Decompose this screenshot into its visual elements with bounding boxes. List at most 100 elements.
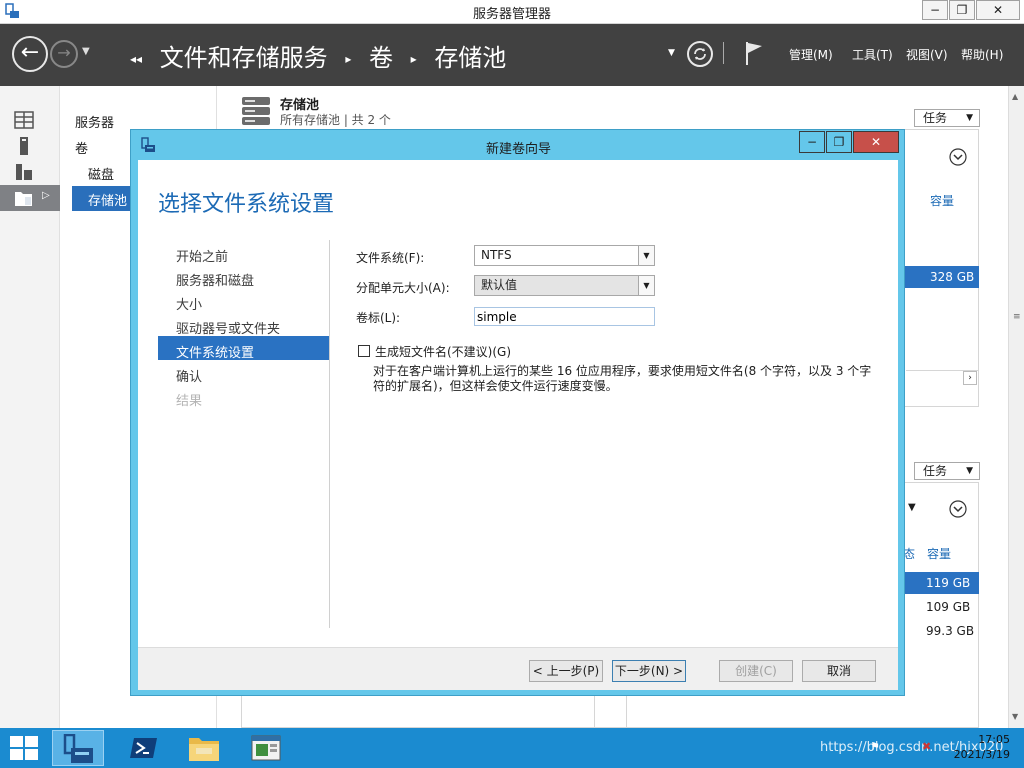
nav-item-servers[interactable]: 服务器 <box>75 112 114 131</box>
history-dropdown-icon[interactable]: ▼ <box>82 46 90 57</box>
window-titlebar: 服务器管理器 − ❐ ✕ <box>0 0 1024 24</box>
short-filenames-checkbox[interactable] <box>358 345 370 357</box>
local-server-icon[interactable] <box>14 136 34 156</box>
taskbar-file-explorer[interactable] <box>178 730 230 766</box>
panel-divider <box>594 696 595 728</box>
all-servers-icon[interactable] <box>14 162 34 182</box>
breadcrumb: ◂◂ 文件和存储服务 ▸ 卷 ▸ 存储池 <box>130 38 506 73</box>
disk-capacity-value: 119 GB <box>926 576 971 590</box>
server-manager-icon <box>63 734 93 763</box>
restore-button[interactable]: ❐ <box>949 0 975 20</box>
steps-divider <box>329 240 330 628</box>
forward-arrow-icon[interactable]: → <box>50 40 78 68</box>
dialog-body: 选择文件系统设置 开始之前 服务器和磁盘 大小 驱动器号或文件夹 文件系统设置 … <box>138 160 898 690</box>
header-divider <box>723 42 724 64</box>
breadcrumb-item-storage-pools[interactable]: 存储池 <box>434 44 506 72</box>
dialog-maximize-button[interactable]: ❐ <box>826 131 852 153</box>
dialog-close-button[interactable]: ✕ <box>853 131 899 153</box>
refresh-dropdown-icon[interactable]: ▼ <box>668 48 675 58</box>
storage-pool-icon <box>242 97 270 125</box>
icon-rail: ▷ <box>0 86 60 728</box>
taskbar-clock[interactable]: 17:05 2021/3/19 <box>954 732 1010 762</box>
breadcrumb-item-file-storage[interactable]: 文件和存储服务 <box>160 44 328 72</box>
chevron-down-icon: ▼ <box>966 113 973 123</box>
notifications-flag-icon[interactable] <box>744 40 766 66</box>
clock-time: 17:05 <box>978 733 1010 746</box>
windows-start-icon[interactable] <box>10 736 38 760</box>
allocation-unit-select[interactable]: 默认值 ▼ <box>474 275 655 296</box>
wizard-page-heading: 选择文件系统设置 <box>158 192 335 217</box>
back-arrow-icon[interactable]: ← <box>12 36 48 72</box>
powershell-icon <box>130 738 157 758</box>
chevron-down-icon: ▼ <box>966 466 973 476</box>
create-button: 创建(C) <box>719 660 793 682</box>
volume-label-label: 卷标(L): <box>356 311 401 325</box>
taskbar-app[interactable] <box>240 730 292 766</box>
window-app-icon <box>251 735 281 761</box>
next-button[interactable]: 下一步(N) > <box>612 660 686 682</box>
taskbar-powershell[interactable] <box>118 730 170 766</box>
breadcrumb-item-volumes[interactable]: 卷 <box>369 44 393 72</box>
new-volume-wizard-dialog: 新建卷向导 − ❐ ✕ 选择文件系统设置 开始之前 服务器和磁盘 大小 驱动器号… <box>130 129 905 696</box>
scroll-grip-icon[interactable]: ≡ <box>1013 312 1021 322</box>
allocation-unit-select-value: 默认值 <box>481 278 518 292</box>
header-bar: ← → ▼ ◂◂ 文件和存储服务 ▸ 卷 ▸ 存储池 ▼ 管理(M) 工具(T)… <box>0 24 1024 86</box>
nav-item-volumes[interactable]: 卷 <box>75 138 88 157</box>
dialog-title: 新建卷向导 <box>485 142 551 157</box>
scroll-right-icon[interactable]: › <box>963 371 977 385</box>
volume-label-input[interactable] <box>474 307 655 326</box>
disks-tasks-label: 任务 <box>923 464 948 478</box>
collapse-chevron-icon[interactable] <box>949 500 967 518</box>
refresh-icon[interactable] <box>686 40 714 68</box>
cancel-button[interactable]: 取消 <box>802 660 876 682</box>
menu-tools[interactable]: 工具(T) <box>852 46 893 63</box>
collapse-chevron-icon[interactable] <box>949 148 967 166</box>
rail-expand-icon[interactable]: ▷ <box>42 190 50 201</box>
dialog-minimize-button[interactable]: − <box>799 131 825 153</box>
capacity-column-header[interactable]: 容量 <box>930 192 954 209</box>
filter-dropdown-icon[interactable]: ▼ <box>908 502 916 513</box>
filesystem-select[interactable]: NTFS ▼ <box>474 245 655 266</box>
clock-date: 2021/3/19 <box>953 748 1010 761</box>
breadcrumb-back-icon: ◂◂ <box>130 52 143 66</box>
dashboard-icon[interactable] <box>14 110 34 130</box>
nav-item-disks[interactable]: 磁盘 <box>88 164 114 183</box>
wizard-step-size[interactable]: 大小 <box>176 294 202 313</box>
back-button[interactable]: < 上一步(P) <box>529 660 603 682</box>
scroll-down-icon[interactable]: ▼ <box>1012 712 1018 721</box>
vertical-scrollbar[interactable]: ▲ ≡ ▼ <box>1008 86 1024 728</box>
close-button[interactable]: ✕ <box>976 0 1020 20</box>
pool-section-subtitle: 所有存储池 | 共 2 个 <box>280 113 391 127</box>
short-filenames-label[interactable]: 生成短文件名(不建议)(G) <box>375 343 511 360</box>
tray-flag-icon[interactable]: ⚑ <box>870 740 880 753</box>
scroll-up-icon[interactable]: ▲ <box>1012 92 1018 101</box>
breadcrumb-separator-icon: ▸ <box>345 52 352 66</box>
tray-network-icon[interactable]: ✖ <box>922 740 931 753</box>
filesystem-select-value: NTFS <box>481 248 512 262</box>
menu-help[interactable]: 帮助(H) <box>961 46 1003 63</box>
short-filenames-description: 对于在客户端计算机上运行的某些 16 位应用程序，要求使用短文件名(8 个字符，… <box>373 364 872 393</box>
panel-divider <box>626 696 627 728</box>
disks-tasks-button[interactable]: 任务 ▼ <box>914 462 980 480</box>
wizard-step-results: 结果 <box>176 394 203 409</box>
pool-tasks-button[interactable]: 任务 ▼ <box>914 109 980 127</box>
taskbar: https://blog.csdn.net/hjx020 ⚑ ✖ 17:05 2… <box>0 728 1024 768</box>
wizard-step-file-system[interactable]: 文件系统设置 <box>176 342 254 361</box>
nav-item-storage-pools[interactable]: 存储池 <box>88 190 127 209</box>
chevron-down-icon: ▼ <box>638 246 654 265</box>
disk-capacity-value: 109 GB <box>926 600 971 614</box>
wizard-step-drive-letter[interactable]: 驱动器号或文件夹 <box>176 318 280 337</box>
breadcrumb-separator-icon: ▸ <box>410 52 417 66</box>
wizard-step-server-and-disk[interactable]: 服务器和磁盘 <box>176 270 254 289</box>
allocation-unit-label: 分配单元大小(A): <box>356 281 450 295</box>
minimize-button[interactable]: − <box>922 0 948 20</box>
disk-capacity-column-header[interactable]: 容量 <box>927 545 951 562</box>
file-storage-services-icon[interactable] <box>14 188 34 208</box>
window-title: 服务器管理器 <box>472 7 551 22</box>
wizard-step-confirmation[interactable]: 确认 <box>176 366 202 385</box>
filesystem-label: 文件系统(F): <box>356 251 425 265</box>
taskbar-server-manager[interactable] <box>52 730 104 766</box>
menu-view[interactable]: 视图(V) <box>906 46 948 63</box>
wizard-step-before-you-begin[interactable]: 开始之前 <box>176 246 228 265</box>
menu-manage[interactable]: 管理(M) <box>789 46 833 63</box>
